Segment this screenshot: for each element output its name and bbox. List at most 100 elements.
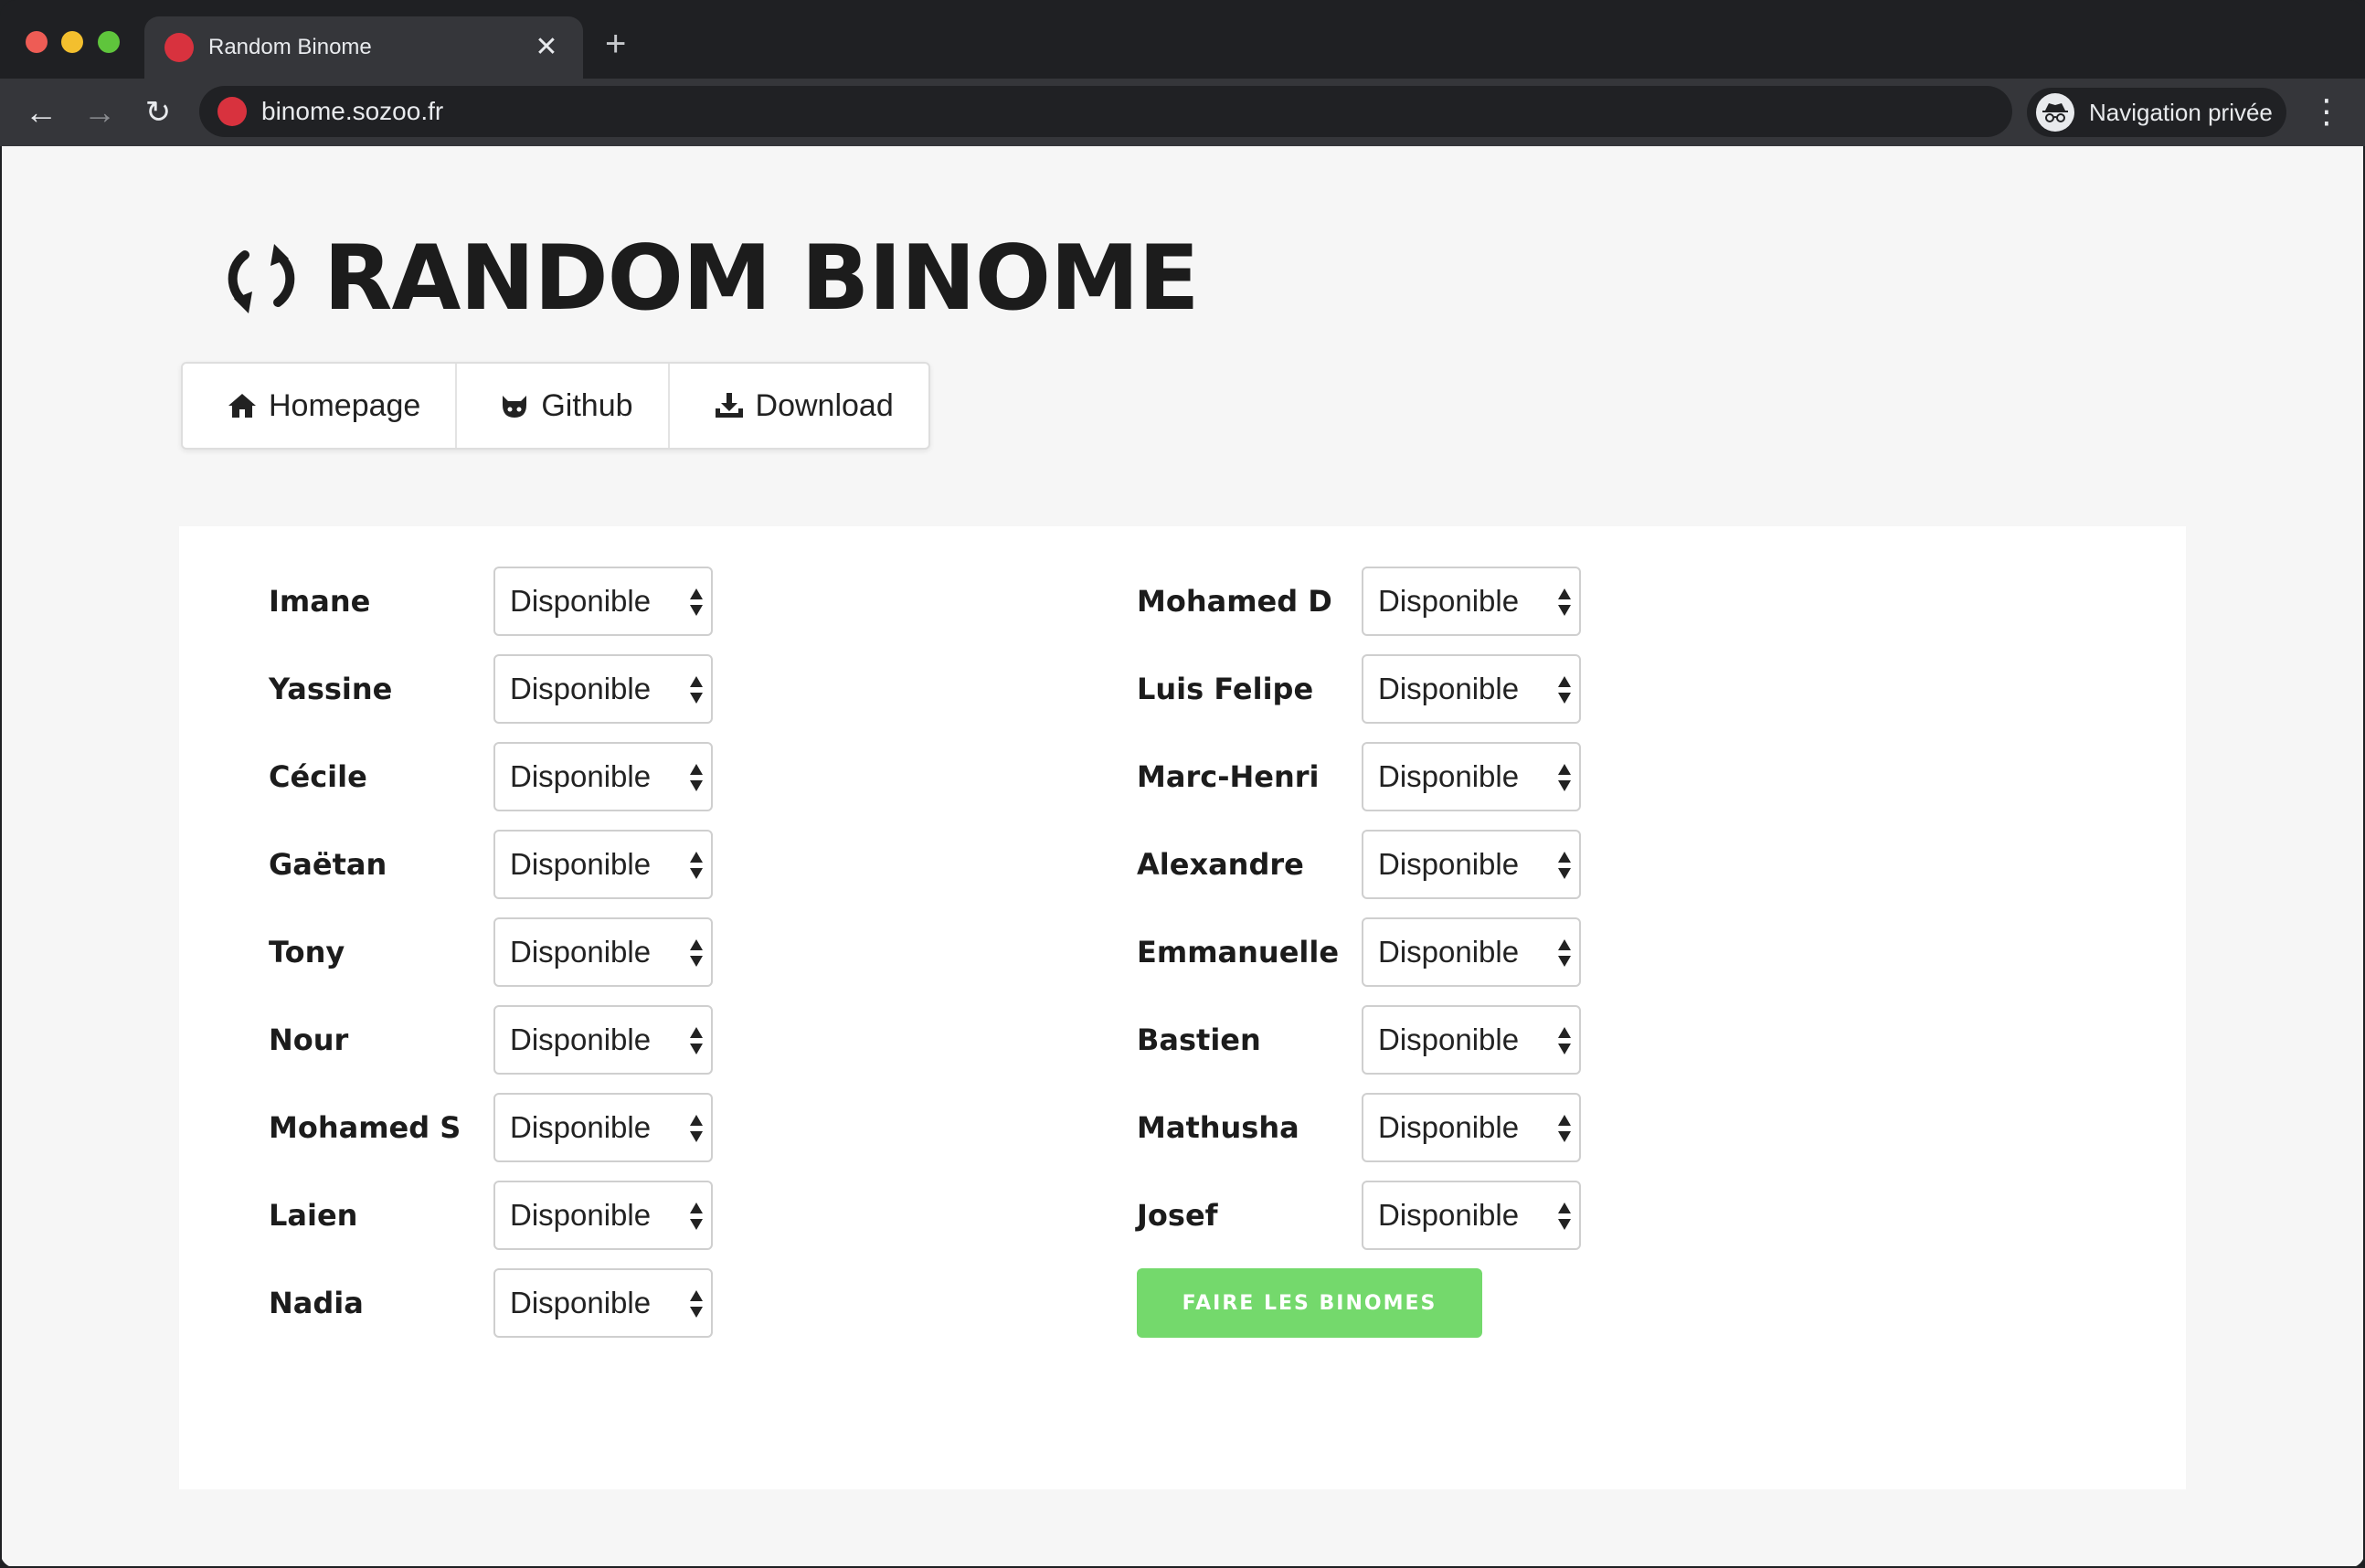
person-row: Nadia Disponible	[269, 1268, 713, 1338]
person-name: Luis Felipe	[1137, 672, 1314, 706]
person-name: Bastien	[1137, 1022, 1261, 1057]
status-select-value: Disponible	[1378, 935, 1520, 969]
nav-github-link[interactable]: Github	[457, 364, 670, 448]
status-select-value: Disponible	[510, 1198, 652, 1232]
status-select[interactable]: Disponible	[493, 1093, 713, 1162]
new-tab-button[interactable]: +	[605, 26, 626, 62]
status-select-value: Disponible	[510, 1110, 652, 1144]
person-row: Cécile Disponible	[269, 742, 713, 811]
person-name: Mohamed S	[269, 1110, 461, 1145]
select-arrows-icon	[1557, 1202, 1572, 1234]
status-select-value: Disponible	[510, 759, 652, 793]
person-row: Luis Felipe Disponible	[1137, 654, 1581, 724]
close-tab-icon[interactable]: ✕	[528, 34, 565, 61]
refresh-logo-icon	[228, 244, 295, 313]
person-row: Tony Disponible	[269, 917, 713, 987]
address-bar[interactable]: binome.sozoo.fr	[199, 86, 2012, 137]
status-select-value: Disponible	[1378, 584, 1520, 618]
person-name: Mohamed D	[1137, 584, 1332, 619]
site-favicon-icon	[217, 97, 247, 126]
maximize-window-button[interactable]	[98, 31, 120, 53]
status-select[interactable]: Disponible	[493, 830, 713, 899]
status-select[interactable]: Disponible	[493, 917, 713, 987]
status-select-value: Disponible	[510, 672, 652, 705]
incognito-indicator[interactable]: Navigation privée	[2027, 88, 2286, 137]
status-select-value: Disponible	[1378, 1198, 1520, 1232]
page-viewport: RANDOM BINOME Homepage Github Download I…	[2, 146, 2363, 1566]
person-name: Tony	[269, 935, 345, 969]
browser-menu-icon[interactable]: ⋮	[2310, 95, 2343, 128]
close-window-button[interactable]	[26, 31, 48, 53]
select-arrows-icon	[1557, 1115, 1572, 1147]
github-icon	[503, 396, 527, 418]
status-select[interactable]: Disponible	[1362, 830, 1581, 899]
person-name: Alexandre	[1137, 847, 1304, 882]
url-text: binome.sozoo.fr	[261, 97, 444, 125]
person-name: Gaëtan	[269, 847, 387, 882]
select-arrows-icon	[1557, 1027, 1572, 1059]
status-select-value: Disponible	[1378, 759, 1520, 793]
person-row: Mohamed S Disponible	[269, 1093, 713, 1162]
favicon-icon	[164, 33, 194, 62]
nav-download-label: Download	[755, 387, 894, 423]
minimize-window-button[interactable]	[61, 31, 83, 53]
nav-homepage-label: Homepage	[269, 387, 421, 423]
select-arrows-icon	[689, 588, 704, 620]
status-select[interactable]: Disponible	[1362, 654, 1581, 724]
status-select[interactable]: Disponible	[493, 654, 713, 724]
back-button[interactable]: ←	[20, 91, 62, 133]
status-select[interactable]: Disponible	[493, 1181, 713, 1250]
binome-form: Imane Disponible Yassine Disponible Cécile Di…	[179, 526, 2186, 1489]
tab-strip: Random Binome ✕ +	[0, 0, 2365, 79]
person-row: Imane Disponible	[269, 567, 713, 636]
status-select[interactable]: Disponible	[493, 1268, 713, 1338]
page-header: RANDOM BINOME	[217, 227, 1200, 331]
person-row: Marc-Henri Disponible	[1137, 742, 1581, 811]
select-arrows-icon	[1557, 852, 1572, 884]
status-select[interactable]: Disponible	[1362, 1181, 1581, 1250]
status-select[interactable]: Disponible	[1362, 917, 1581, 987]
forward-button[interactable]: →	[79, 91, 121, 133]
select-arrows-icon	[1557, 939, 1572, 971]
select-arrows-icon	[1557, 588, 1572, 620]
status-select-value: Disponible	[510, 847, 652, 881]
browser-tab[interactable]: Random Binome ✕	[144, 16, 583, 79]
browser-toolbar: ← → ↻ binome.sozoo.fr Navigation privée …	[0, 79, 2365, 146]
reload-button[interactable]: ↻	[137, 91, 179, 133]
status-select-value: Disponible	[510, 1022, 652, 1056]
person-row: Laien Disponible	[269, 1181, 713, 1250]
select-arrows-icon	[689, 1027, 704, 1059]
status-select-value: Disponible	[510, 584, 652, 618]
status-select[interactable]: Disponible	[493, 567, 713, 636]
person-name: Marc-Henri	[1137, 759, 1320, 794]
make-pairs-button[interactable]: FAIRE LES BINOMES	[1137, 1268, 1482, 1338]
select-arrows-icon	[689, 939, 704, 971]
person-name: Emmanuelle	[1137, 935, 1340, 969]
nav-menu: Homepage Github Download	[181, 362, 930, 450]
status-select[interactable]: Disponible	[1362, 567, 1581, 636]
person-name: Yassine	[269, 672, 393, 706]
person-row: Bastien Disponible	[1137, 1005, 1581, 1075]
status-select[interactable]: Disponible	[1362, 1005, 1581, 1075]
page-title: RANDOM BINOME	[323, 227, 1200, 331]
person-name: Josef	[1137, 1198, 1218, 1233]
person-row: Gaëtan Disponible	[269, 830, 713, 899]
person-name: Nadia	[269, 1286, 364, 1320]
nav-homepage-link[interactable]: Homepage	[183, 364, 458, 448]
person-row: Emmanuelle Disponible	[1137, 917, 1581, 987]
status-select[interactable]: Disponible	[493, 1005, 713, 1075]
status-select-value: Disponible	[1378, 1110, 1520, 1144]
select-arrows-icon	[689, 1115, 704, 1147]
status-select[interactable]: Disponible	[493, 742, 713, 811]
status-select-value: Disponible	[1378, 1022, 1520, 1056]
incognito-label: Navigation privée	[2089, 98, 2273, 126]
select-arrows-icon	[1557, 764, 1572, 796]
nav-download-link[interactable]: Download	[670, 364, 928, 448]
download-icon	[715, 393, 743, 418]
browser-window: Random Binome ✕ + ← → ↻ binome.sozoo.fr …	[0, 0, 2365, 1568]
select-arrows-icon	[689, 1290, 704, 1322]
person-row: Nour Disponible	[269, 1005, 713, 1075]
status-select[interactable]: Disponible	[1362, 742, 1581, 811]
person-name: Nour	[269, 1022, 349, 1057]
status-select[interactable]: Disponible	[1362, 1093, 1581, 1162]
